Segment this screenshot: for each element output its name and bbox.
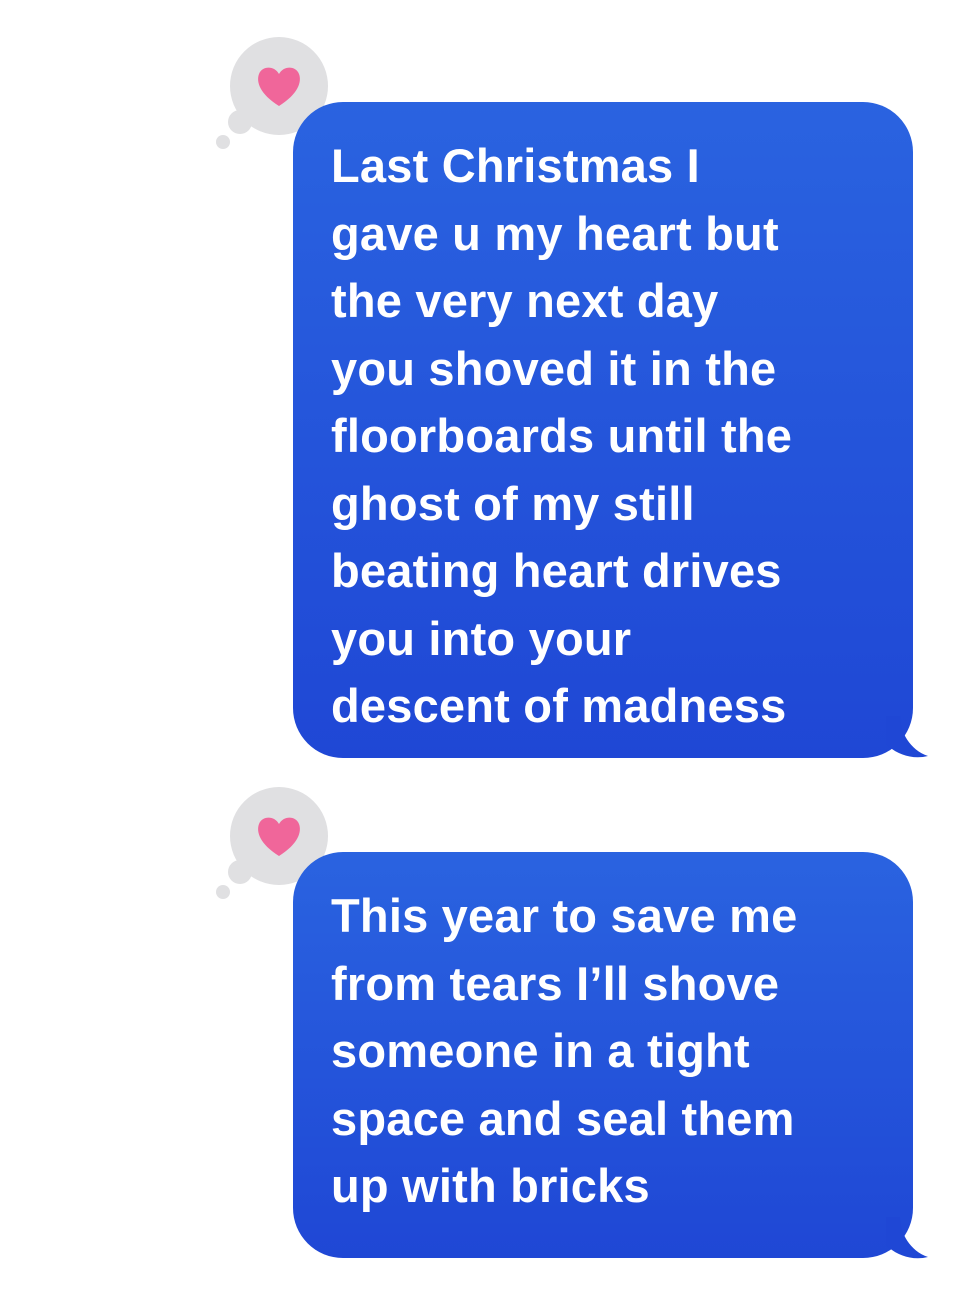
message-bubble[interactable]: Last Christmas I gave u my heart but the… <box>293 102 913 758</box>
bubble-tail <box>886 1217 928 1259</box>
message-thread: Last Christmas I gave u my heart but the… <box>0 0 960 1290</box>
message-row: Last Christmas I gave u my heart but the… <box>0 0 960 770</box>
message-row: This year to save me from tears I’ll sho… <box>0 780 960 1260</box>
message-bubble[interactable]: This year to save me from tears I’ll sho… <box>293 852 913 1258</box>
bubble-tail <box>886 716 928 758</box>
